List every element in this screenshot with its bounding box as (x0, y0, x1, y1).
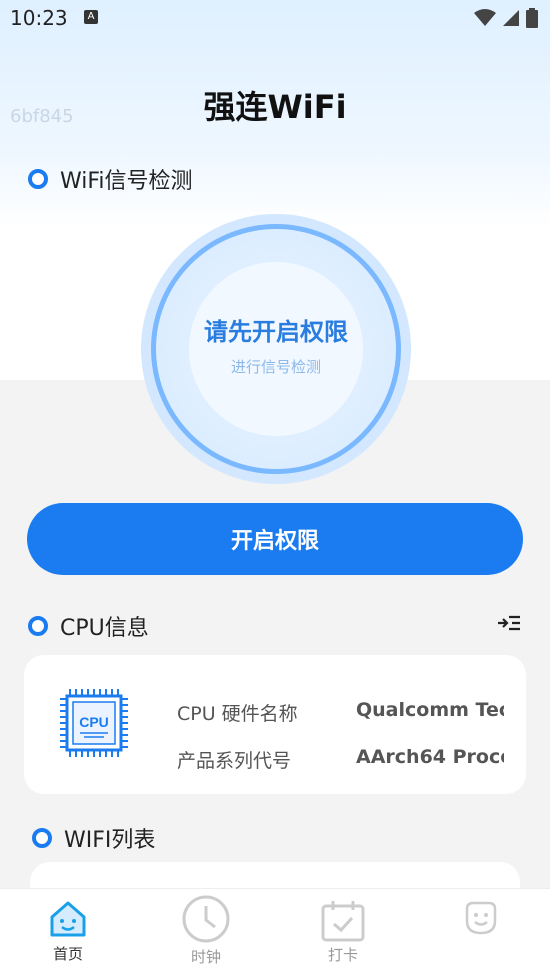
cpu-chip-icon: CPU (60, 689, 128, 757)
nav-item-home[interactable]: 首页 (18, 889, 118, 978)
nav-item-checkin[interactable]: 打卡 (293, 889, 393, 978)
clock-icon (182, 895, 230, 943)
expand-icon[interactable] (496, 614, 522, 632)
face-icon (465, 901, 497, 935)
home-icon (50, 901, 86, 937)
status-icons (474, 8, 538, 28)
section-wifi-signal: WiFi信号检测 (28, 163, 193, 195)
battery-icon (526, 8, 538, 28)
page-title: 强连WiFi (203, 88, 347, 126)
cpu-hardware-label: CPU 硬件名称 (177, 703, 298, 725)
status-bar: 10:23 A (0, 0, 550, 36)
ring-main-text: 请先开启权限 (204, 318, 348, 346)
section-cpu: CPU信息 (28, 610, 149, 642)
section-dot-icon (32, 828, 52, 848)
signal-icon (503, 10, 519, 26)
bottom-nav: 首页 时钟 打卡 (0, 888, 550, 978)
section-wifi-list: WIFI列表 (32, 822, 155, 854)
section-title: CPU信息 (60, 616, 149, 641)
wifi-status-icon (474, 9, 496, 26)
cpu-series-label: 产品系列代号 (177, 750, 292, 772)
nav-label-checkin: 打卡 (327, 946, 358, 964)
notification-icon: A (84, 10, 98, 24)
nav-item-clock[interactable]: 时钟 (156, 889, 256, 978)
nav-item-profile[interactable] (431, 889, 531, 978)
section-dot-icon (28, 616, 48, 636)
ring-inner (189, 262, 363, 436)
calendar-check-icon (321, 901, 365, 942)
cpu-card: CPU CPU 硬件名称 Qualcomm Technologies 产品系列代… (24, 655, 526, 794)
cpu-series-value: AArch64 Processor (356, 746, 504, 768)
status-time: 10:23 (10, 6, 68, 30)
section-title: WiFi信号检测 (60, 169, 193, 194)
nav-label-home: 首页 (52, 945, 83, 963)
svg-text:CPU: CPU (79, 714, 109, 730)
signal-ring[interactable]: 请先开启权限 进行信号检测 (141, 214, 411, 484)
ring-sub-text: 进行信号检测 (230, 358, 321, 376)
cpu-hardware-value: Qualcomm Technologies (356, 699, 504, 721)
nav-label-clock: 时钟 (190, 948, 221, 966)
section-dot-icon (28, 169, 48, 189)
enable-permission-button[interactable]: 开启权限 (27, 503, 523, 575)
section-title: WIFI列表 (64, 828, 156, 853)
